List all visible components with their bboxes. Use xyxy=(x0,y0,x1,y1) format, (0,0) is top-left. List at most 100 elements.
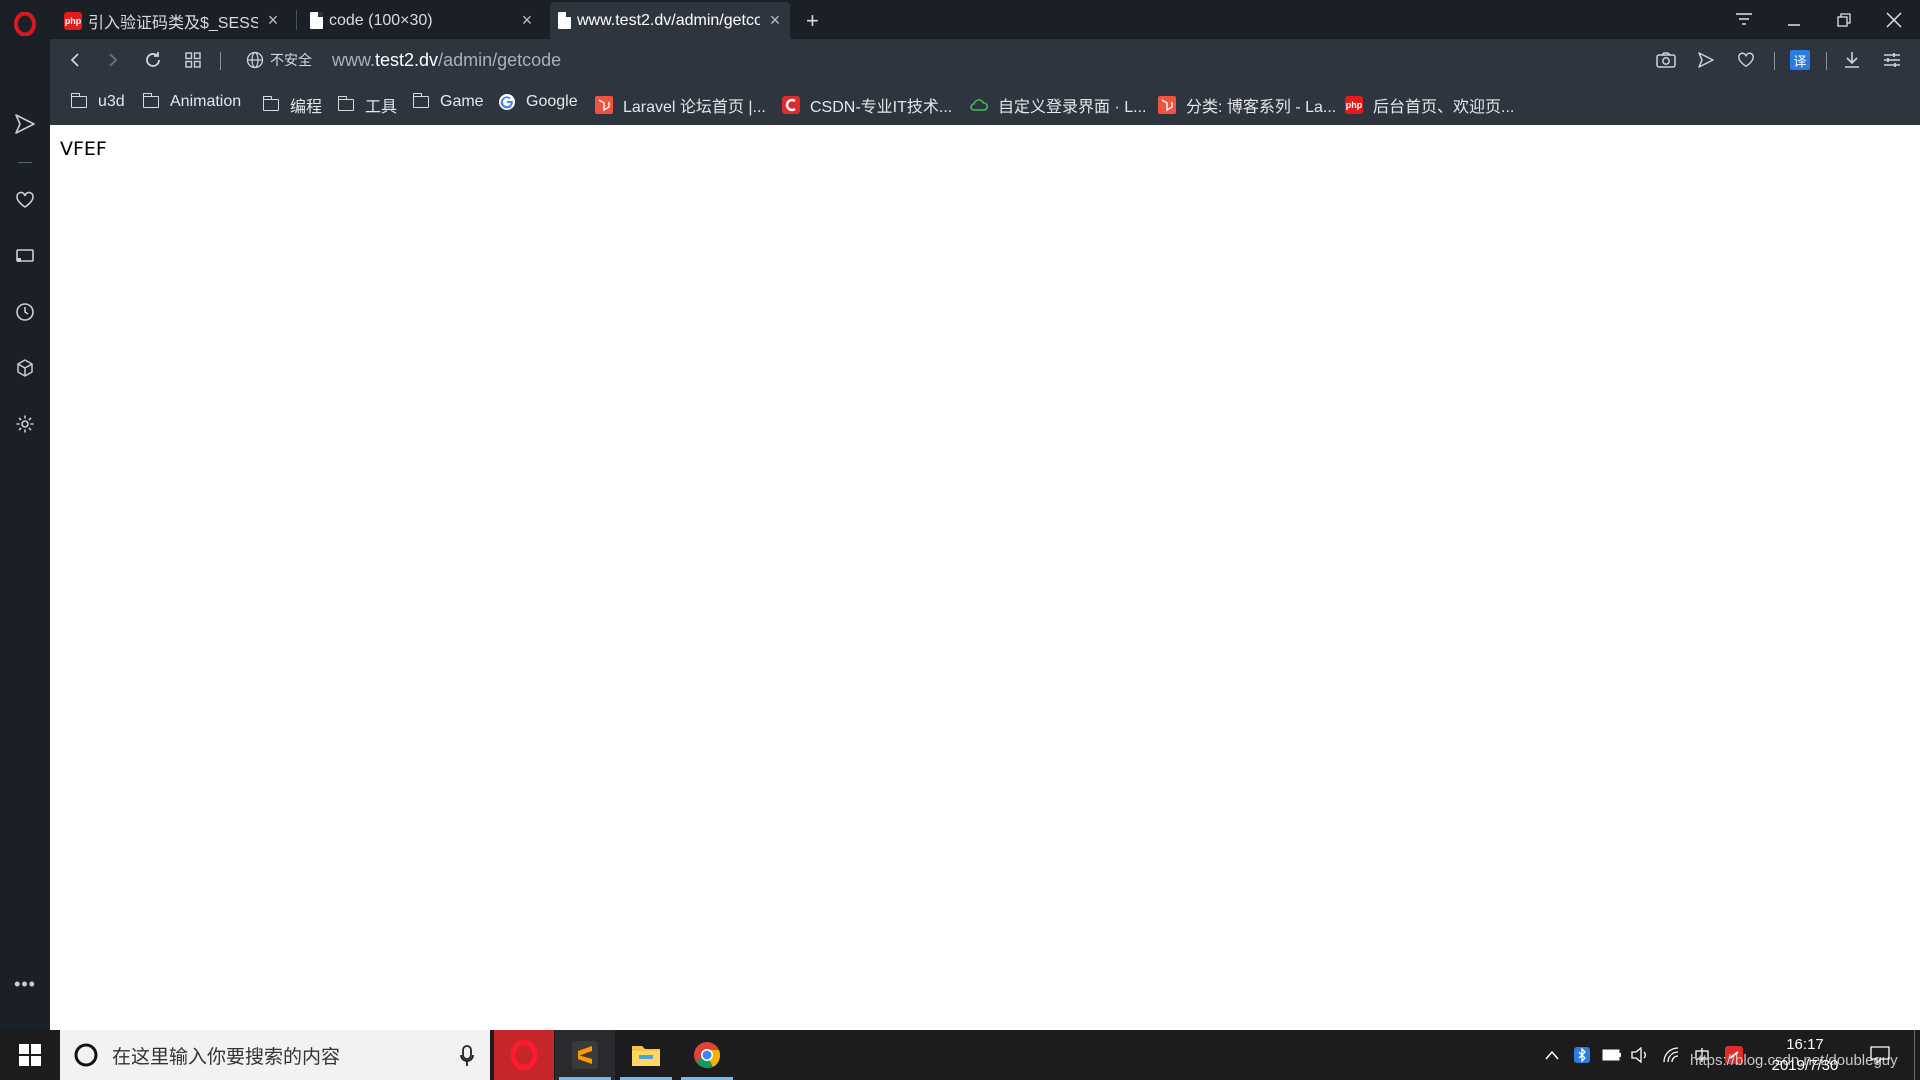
page-content: VFEF xyxy=(50,125,1920,1030)
minimize-button[interactable] xyxy=(1770,0,1818,39)
bookmark-label: 自定义登录界面 · L... xyxy=(998,99,1147,116)
bookmark-custom-login[interactable]: 自定义登录界面 · L... xyxy=(970,93,1146,117)
bookmark-laravel-forum[interactable]: Laravel 论坛首页 |... xyxy=(595,93,766,117)
tray-network[interactable] xyxy=(1662,1045,1682,1065)
restore-button[interactable] xyxy=(1820,0,1868,39)
tab-title: 引入验证码类及$_SESSION xyxy=(88,14,258,32)
bookmark-csdn[interactable]: CSDN-专业IT技术... xyxy=(782,93,952,117)
close-icon[interactable]: × xyxy=(768,10,782,30)
close-icon[interactable]: × xyxy=(266,10,280,30)
bookmark-animation[interactable]: Animation xyxy=(142,93,241,111)
bookmark-u3d[interactable]: u3d xyxy=(70,93,125,111)
captcha-code-text: VFEF xyxy=(60,138,107,160)
send-icon xyxy=(15,114,35,134)
bookmark-label: 工具 xyxy=(365,99,398,116)
bookmark-label: CSDN-专业IT技术... xyxy=(810,99,953,116)
bookmark-game[interactable]: Game xyxy=(412,93,484,111)
taskbar-chrome[interactable] xyxy=(677,1030,737,1080)
downloads-button[interactable] xyxy=(1840,48,1864,72)
translate-button[interactable]: 译 xyxy=(1790,50,1810,70)
speed-dial-button[interactable] xyxy=(180,47,206,73)
taskbar-file-explorer[interactable] xyxy=(616,1030,676,1080)
tray-volume[interactable] xyxy=(1630,1045,1650,1065)
camera-icon xyxy=(1656,52,1676,68)
page-icon xyxy=(310,12,323,29)
notification-icon xyxy=(1870,1046,1890,1064)
bookmark-google[interactable]: Google xyxy=(498,93,578,111)
tab-title: www.test2.dv/admin/getcode xyxy=(577,11,760,29)
bookmark-admin-home[interactable]: php 后台首页、欢迎页... xyxy=(1345,93,1514,117)
toolbar-separator xyxy=(1774,52,1775,70)
heart-icon xyxy=(1738,52,1754,68)
tab-getcode[interactable]: www.test2.dv/admin/getcode × xyxy=(550,2,790,39)
bookmark-label: Laravel 论坛首页 |... xyxy=(623,99,766,116)
show-desktop-button[interactable] xyxy=(1914,1030,1915,1080)
cube-icon xyxy=(17,359,33,377)
php-icon: php xyxy=(64,11,82,30)
microphone-icon xyxy=(460,1045,474,1066)
chevron-up-icon xyxy=(1545,1050,1559,1060)
close-window-button[interactable] xyxy=(1870,0,1918,39)
back-button[interactable] xyxy=(62,47,88,73)
battery-icon xyxy=(1602,1049,1621,1061)
tray-battery[interactable] xyxy=(1602,1045,1622,1065)
settings-button[interactable] xyxy=(12,411,38,437)
security-label: 不安全 xyxy=(270,52,312,68)
bookmark-programming[interactable]: 编程 xyxy=(262,93,322,117)
bookmark-label: 编程 xyxy=(290,99,323,116)
new-tab-button[interactable]: + xyxy=(798,2,828,39)
cortana-icon xyxy=(74,1043,98,1067)
reload-button[interactable] xyxy=(140,47,166,73)
tab-code[interactable]: code (100×30) × xyxy=(302,2,542,39)
folder-icon xyxy=(262,96,280,113)
devices-icon xyxy=(16,249,34,262)
taskbar-search[interactable]: 在这里输入你要搜索的内容 xyxy=(60,1030,490,1080)
url-field[interactable]: www.test2.dv/admin/getcode xyxy=(332,50,561,71)
tabs-button[interactable] xyxy=(12,243,38,269)
wifi-icon xyxy=(1663,1047,1679,1063)
bookmark-page-button[interactable] xyxy=(1734,48,1758,72)
taskbar-opera[interactable] xyxy=(494,1030,554,1080)
speaker-icon xyxy=(1631,1047,1646,1063)
flow-button[interactable] xyxy=(12,111,38,137)
close-icon xyxy=(1886,11,1902,28)
chrome-icon xyxy=(694,1042,721,1069)
start-button[interactable] xyxy=(0,1030,60,1080)
extensions-button[interactable] xyxy=(12,355,38,381)
send-to-flow-button[interactable] xyxy=(1694,48,1718,72)
tray-overflow-button[interactable] xyxy=(1542,1045,1562,1065)
heart-icon xyxy=(16,191,34,208)
history-button[interactable] xyxy=(12,299,38,325)
tab-session[interactable]: php 引入验证码类及$_SESSION × xyxy=(56,2,288,39)
grid-icon xyxy=(185,52,201,68)
bookmarks-bar: u3d Animation 编程 工具 Game Google Laravel … xyxy=(50,81,1920,125)
sliders-icon xyxy=(1884,53,1900,67)
bookmark-tools[interactable]: 工具 xyxy=(337,93,397,117)
tab-bar: php 引入验证码类及$_SESSION × code (100×30) × w… xyxy=(0,0,1920,39)
php-icon: php xyxy=(1345,96,1363,114)
snapshot-button[interactable] xyxy=(1654,48,1678,72)
tray-bluetooth[interactable] xyxy=(1572,1045,1592,1065)
laravel-icon xyxy=(1158,96,1176,114)
clock-time: 16:17 xyxy=(1786,1036,1824,1053)
easy-setup-button[interactable] xyxy=(1880,48,1904,72)
taskbar: 在这里输入你要搜索的内容 https://blog.csdn.net/doubl… xyxy=(0,1030,1920,1080)
taskbar-sublime[interactable] xyxy=(555,1030,615,1080)
clock-date: 2019/7/30 xyxy=(1771,1057,1839,1074)
tab-menu-button[interactable] xyxy=(1720,0,1768,39)
taskbar-clock[interactable]: 16:17 2019/7/30 xyxy=(1760,1034,1850,1076)
tab-title: code (100×30) xyxy=(329,11,433,29)
bookmark-label: Google xyxy=(526,93,578,110)
page-icon xyxy=(558,12,571,29)
bookmarks-button[interactable] xyxy=(12,187,38,213)
security-indicator[interactable]: 不安全 xyxy=(246,50,312,70)
forward-button[interactable] xyxy=(100,47,126,73)
close-icon[interactable]: × xyxy=(520,10,534,30)
more-button[interactable]: ••• xyxy=(12,971,38,997)
minimize-icon xyxy=(1788,23,1800,26)
csdn-icon xyxy=(782,96,800,114)
bookmark-blog-series[interactable]: 分类: 博客系列 - La... xyxy=(1158,93,1336,117)
opera-logo-icon[interactable] xyxy=(10,9,40,39)
back-arrow-icon xyxy=(70,53,79,67)
action-center-button[interactable] xyxy=(1870,1045,1890,1065)
